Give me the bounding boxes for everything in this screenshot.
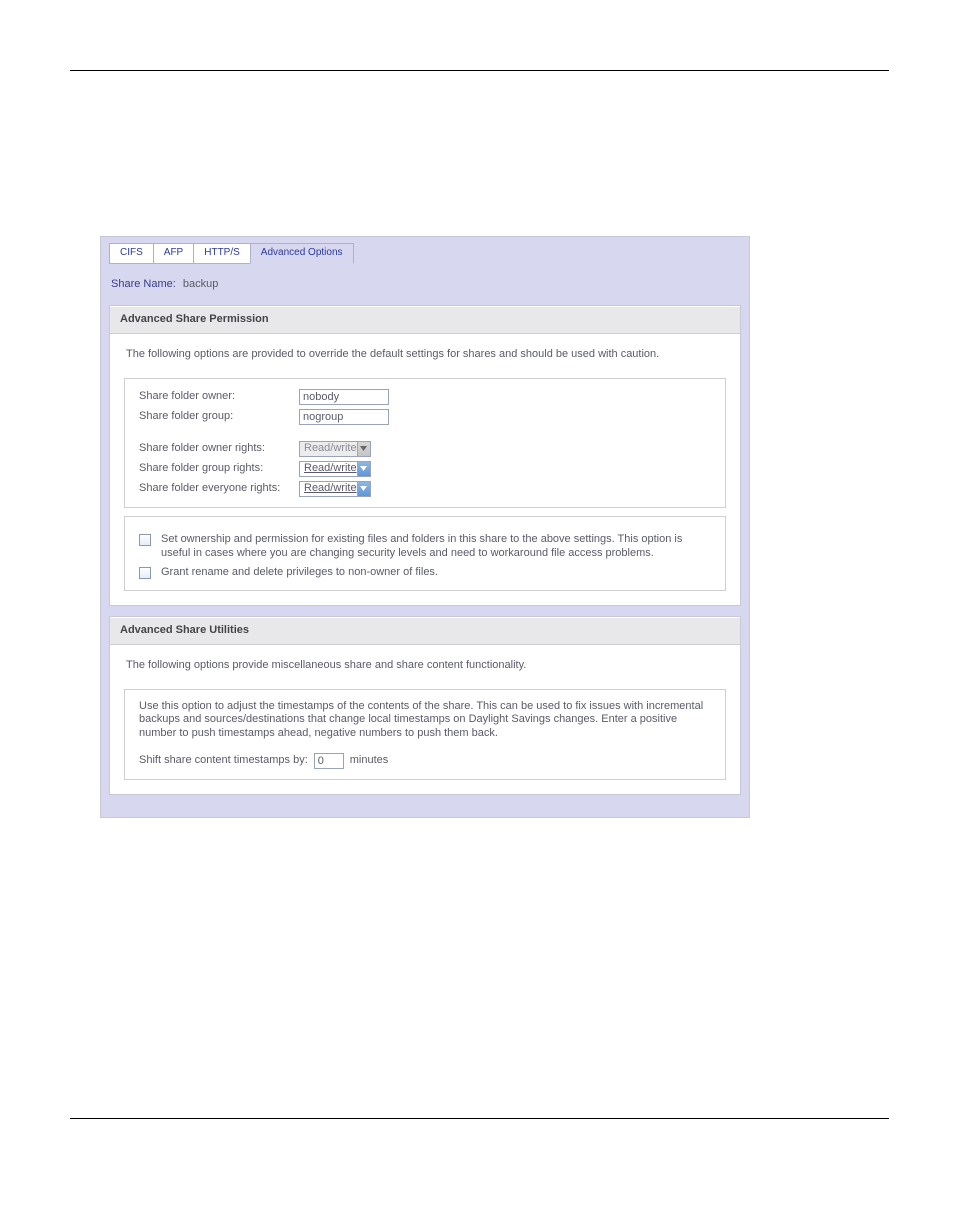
panel-desc-permission: The following options are provided to ov… (110, 334, 740, 372)
select-owner-rights: Read/write (299, 441, 371, 457)
select-group-rights-value: Read/write (300, 462, 357, 476)
chevron-down-icon[interactable] (357, 482, 370, 496)
settings-pane: CIFS AFP HTTP/S Advanced Options Share N… (100, 236, 750, 818)
select-owner-rights-value: Read/write (300, 442, 357, 456)
label-everyone-rights: Share folder everyone rights: (139, 482, 299, 496)
tab-cifs[interactable]: CIFS (109, 243, 154, 264)
permission-form-box: Share folder owner: Share folder group: … (124, 378, 726, 508)
panel-header-utilities: Advanced Share Utilities (110, 617, 740, 645)
select-everyone-rights-value: Read/write (300, 482, 357, 496)
horizontal-divider (70, 70, 889, 71)
input-folder-owner[interactable] (299, 389, 389, 405)
input-shift-minutes[interactable] (314, 753, 344, 769)
tabs-bar: CIFS AFP HTTP/S Advanced Options (109, 243, 741, 264)
input-folder-group[interactable] (299, 409, 389, 425)
panel-desc-utilities: The following options provide miscellane… (110, 645, 740, 683)
label-folder-owner: Share folder owner: (139, 390, 299, 404)
check-row-grant-non-owner: Grant rename and delete privileges to no… (139, 566, 711, 580)
tab-advanced-options[interactable]: Advanced Options (250, 243, 354, 264)
panel-header-permission: Advanced Share Permission (110, 306, 740, 334)
panel-advanced-share-permission: Advanced Share Permission The following … (109, 305, 741, 606)
check-text-grant-non-owner: Grant rename and delete privileges to no… (161, 566, 711, 580)
tab-afp[interactable]: AFP (153, 243, 194, 264)
chevron-down-icon[interactable] (357, 462, 370, 476)
shift-timestamps-label: Shift share content timestamps by: (139, 754, 308, 768)
share-name-row: Share Name: backup (111, 278, 741, 292)
check-row-set-ownership: Set ownership and permission for existin… (139, 533, 711, 561)
share-name-value: backup (183, 278, 218, 290)
checkbox-set-ownership[interactable] (139, 534, 151, 546)
panel-advanced-share-utilities: Advanced Share Utilities The following o… (109, 616, 741, 795)
check-text-set-ownership: Set ownership and permission for existin… (161, 533, 711, 561)
horizontal-divider (70, 1118, 889, 1119)
shift-timestamps-units: minutes (350, 754, 389, 768)
checkbox-grant-non-owner[interactable] (139, 567, 151, 579)
permission-checks-box: Set ownership and permission for existin… (124, 516, 726, 591)
select-group-rights[interactable]: Read/write (299, 461, 371, 477)
shift-timestamps-row: Shift share content timestamps by: minut… (139, 753, 711, 769)
tab-https[interactable]: HTTP/S (193, 243, 251, 264)
utilities-box-desc: Use this option to adjust the timestamps… (139, 700, 711, 741)
utilities-box: Use this option to adjust the timestamps… (124, 689, 726, 780)
label-group-rights: Share folder group rights: (139, 462, 299, 476)
chevron-down-icon (357, 442, 370, 456)
share-name-label: Share Name: (111, 278, 176, 290)
label-folder-group: Share folder group: (139, 410, 299, 424)
label-owner-rights: Share folder owner rights: (139, 442, 299, 456)
select-everyone-rights[interactable]: Read/write (299, 481, 371, 497)
